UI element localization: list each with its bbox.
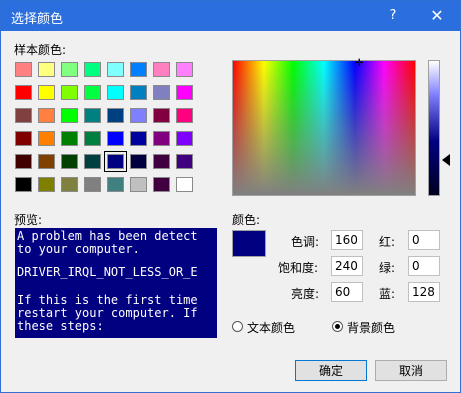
color-swatch[interactable]	[176, 131, 193, 146]
color-swatch[interactable]	[84, 108, 101, 123]
color-swatch[interactable]	[104, 151, 127, 172]
basic-colors-label: 样本颜色:	[14, 43, 67, 57]
color-swatch[interactable]	[38, 108, 55, 123]
color-swatch[interactable]	[176, 62, 193, 77]
ok-button[interactable]: 确定	[295, 360, 367, 381]
dialog-title: 选择颜色	[11, 12, 64, 27]
color-swatch[interactable]	[130, 85, 147, 100]
color-swatch[interactable]	[15, 62, 32, 77]
color-swatch[interactable]	[15, 177, 32, 192]
background-color-radio-label[interactable]: 背景颜色	[347, 319, 395, 336]
blue-input[interactable]: 128	[408, 282, 440, 302]
color-swatch[interactable]	[153, 108, 170, 123]
color-swatch[interactable]	[130, 131, 147, 146]
saturation-input[interactable]: 240	[331, 256, 363, 276]
close-button[interactable]: ✕	[419, 4, 455, 28]
luminance-input[interactable]: 60	[331, 282, 363, 302]
color-swatch[interactable]	[84, 154, 101, 169]
color-swatch[interactable]	[176, 85, 193, 100]
preview-label: 预览:	[14, 213, 43, 227]
slider-arrow-icon[interactable]	[442, 154, 450, 166]
color-swatch[interactable]	[61, 131, 78, 146]
cancel-button[interactable]: 取消	[375, 360, 447, 381]
luminance-label: 亮度:	[291, 287, 320, 301]
color-swatch[interactable]	[176, 108, 193, 123]
red-input[interactable]: 0	[408, 230, 440, 250]
color-swatch[interactable]	[153, 85, 170, 100]
color-swatch[interactable]	[107, 108, 124, 123]
blue-label: 蓝:	[379, 287, 396, 301]
hue-input[interactable]: 160	[331, 230, 363, 250]
color-swatch[interactable]	[84, 131, 101, 146]
color-swatch[interactable]	[15, 85, 32, 100]
color-swatch[interactable]	[153, 62, 170, 77]
text-color-radio[interactable]	[232, 321, 243, 332]
red-label: 红:	[379, 235, 396, 249]
color-swatch[interactable]	[15, 108, 32, 123]
color-swatch[interactable]	[153, 131, 170, 146]
color-label: 颜色:	[232, 213, 261, 227]
color-swatch[interactable]	[107, 62, 124, 77]
luminance-slider[interactable]	[428, 60, 440, 196]
color-swatch[interactable]	[130, 62, 147, 77]
saturation-label: 饱和度:	[278, 261, 319, 275]
color-swatch[interactable]	[84, 62, 101, 77]
color-spectrum[interactable]	[232, 60, 416, 196]
color-swatch[interactable]	[84, 177, 101, 192]
color-swatch[interactable]	[130, 108, 147, 123]
text-color-radio-label[interactable]: 文本颜色	[247, 319, 295, 336]
preview-line: these steps:	[17, 319, 104, 333]
preview-line: DRIVER_IRQL_NOT_LESS_OR_E	[17, 265, 198, 279]
title-bar: 选择颜色 ? ✕	[1, 1, 460, 31]
color-swatch[interactable]	[38, 177, 55, 192]
color-swatch[interactable]	[61, 85, 78, 100]
color-swatch[interactable]	[84, 85, 101, 100]
current-color-swatch	[232, 230, 266, 257]
help-button[interactable]: ?	[373, 6, 413, 26]
color-swatch[interactable]	[130, 154, 147, 169]
color-swatch[interactable]	[38, 62, 55, 77]
color-swatch[interactable]	[130, 177, 147, 192]
color-swatch[interactable]	[176, 154, 193, 169]
green-input[interactable]: 0	[408, 256, 440, 276]
color-swatch[interactable]	[38, 154, 55, 169]
preview-line: to your computer.	[17, 242, 140, 256]
color-swatch[interactable]	[15, 131, 32, 146]
color-swatch[interactable]	[107, 177, 124, 192]
color-swatch[interactable]	[38, 131, 55, 146]
color-swatch[interactable]	[61, 154, 78, 169]
crosshair-icon: ✛	[355, 58, 364, 69]
color-swatch[interactable]	[61, 108, 78, 123]
color-swatch[interactable]	[61, 62, 78, 77]
color-swatch[interactable]	[15, 154, 32, 169]
color-swatch[interactable]	[153, 154, 170, 169]
background-color-radio[interactable]	[332, 321, 343, 332]
color-swatch[interactable]	[153, 177, 170, 192]
color-swatch[interactable]	[176, 177, 193, 192]
hue-label: 色调:	[291, 235, 320, 249]
color-swatch[interactable]	[107, 85, 124, 100]
preview-panel: A problem has been detect to your comput…	[15, 228, 217, 338]
color-swatch[interactable]	[107, 131, 124, 146]
color-swatch[interactable]	[38, 85, 55, 100]
color-swatch[interactable]	[61, 177, 78, 192]
green-label: 绿:	[379, 261, 396, 275]
